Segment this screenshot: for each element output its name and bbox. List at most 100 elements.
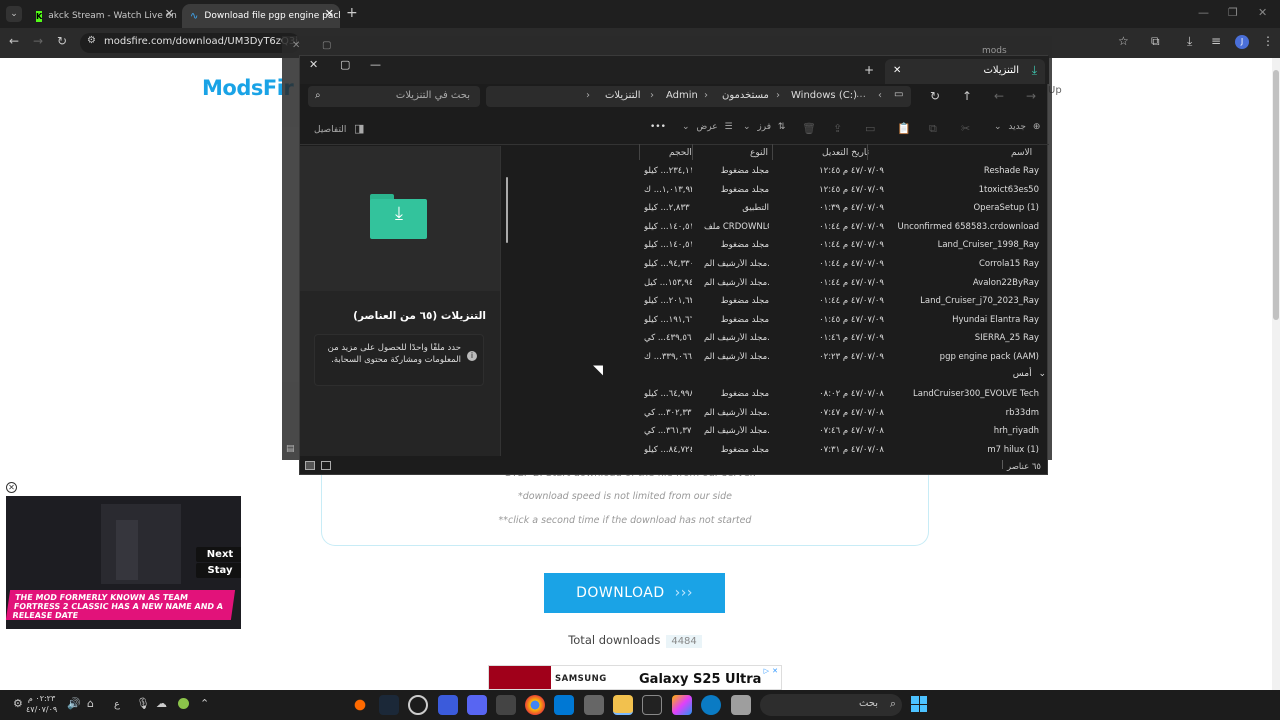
reading-list-icon[interactable]: ≡: [1211, 34, 1221, 48]
steam-icon[interactable]: [379, 695, 399, 715]
more-options-button[interactable]: •••: [650, 122, 666, 132]
column-divider[interactable]: [772, 144, 773, 160]
onedrive-icon[interactable]: ☁: [156, 697, 167, 710]
address-bar[interactable]: › التنزيلات › Admin › مستخدمون › Windows…: [486, 86, 911, 107]
close-icon[interactable]: ✕: [292, 40, 300, 51]
profile-avatar[interactable]: J: [1235, 35, 1249, 49]
address-bar[interactable]: ⚙ modsfire.com/download/UM3DyT6zQ3i10: [80, 33, 300, 53]
copy-icon[interactable]: ⧉: [929, 122, 937, 136]
ad-choices-icon[interactable]: ▷: [764, 667, 769, 675]
close-icon[interactable]: ✕: [309, 58, 318, 71]
col-header-name[interactable]: الاسم: [1011, 148, 1032, 158]
mail-icon[interactable]: [554, 695, 574, 715]
file-row[interactable]: ٤٣٩,٥٦٨... كي مجلد الأرشيف الم... ٤٧/٠٧/٠٩…: [501, 330, 1041, 348]
app-icon-dark[interactable]: [496, 695, 516, 715]
list-view-icon[interactable]: [305, 461, 315, 470]
column-divider[interactable]: [692, 144, 693, 160]
restore-icon[interactable]: ❐: [1228, 6, 1238, 19]
back-icon[interactable]: ←: [9, 34, 19, 48]
file-row[interactable]: ٦٤,٩٩٨... كيلو مجلد مضغوط ٤٧/٠٧/٠٨ م ٠٨:٠٢…: [501, 386, 1041, 404]
store-icon[interactable]: [584, 695, 604, 715]
file-row[interactable]: ٢٣٤,١١٦... كيلو مجلد مضغوط ٤٧/٠٧/٠٩ م ١٢:٤…: [501, 163, 1041, 181]
restore-icon[interactable]: ▢: [322, 40, 331, 51]
start-button[interactable]: [911, 696, 927, 712]
downloads-icon[interactable]: ⤓: [1187, 34, 1192, 49]
close-icon[interactable]: ✕: [165, 7, 174, 20]
new-button[interactable]: ⌄ جديد ⊕: [994, 122, 1040, 132]
col-header-size[interactable]: الحجم: [669, 148, 692, 158]
chrome-icon[interactable]: [525, 695, 545, 715]
tile-view-icon[interactable]: [321, 461, 331, 470]
back-icon[interactable]: ←: [994, 89, 1004, 103]
col-header-modified[interactable]: تاريخ التعديل: [822, 148, 869, 158]
extensions-icon[interactable]: ⧉: [1151, 34, 1160, 49]
view-button[interactable]: ⌄ عرض ☰: [682, 122, 733, 132]
site-info-icon[interactable]: ⚙: [87, 35, 96, 46]
app-icon-orange[interactable]: [350, 695, 370, 715]
file-row[interactable]: ٨٤,٧٢٤... كيلو مجلد مضغوط ٤٧/٠٧/٠٨ م ٠٧:٣١…: [501, 442, 1041, 460]
breadcrumb-drive[interactable]: Windows (C:): [791, 90, 857, 101]
file-row[interactable]: ١٤٠,٥١٠... كيلو ملف CRDOWNLO... ٤٧/٠٧/٠٩ م…: [501, 219, 1041, 237]
language-indicator[interactable]: ع: [114, 699, 120, 710]
microphone-icon[interactable]: 🎙: [136, 697, 150, 710]
paste-icon[interactable]: 📋: [897, 122, 911, 135]
breadcrumb-downloads[interactable]: التنزيلات: [605, 90, 641, 101]
chevron-up-icon[interactable]: ⌃: [200, 697, 209, 710]
forward-icon[interactable]: →: [33, 34, 43, 48]
column-divider[interactable]: [867, 144, 868, 160]
taskbar-search[interactable]: بحث ⌕: [760, 694, 902, 716]
network-icon[interactable]: ⌂: [87, 697, 94, 710]
file-row[interactable]: ١٥٣,٩٤٢... كيل مجلد الأرشيف الم... ٤٧/٠٧/٠…: [501, 275, 1041, 293]
rename-icon[interactable]: ▭: [865, 122, 875, 135]
close-icon[interactable]: ✕: [325, 7, 334, 20]
breadcrumb-users[interactable]: مستخدمون: [722, 90, 769, 101]
edge-icon[interactable]: [701, 695, 721, 715]
file-explorer-taskbar-icon[interactable]: [613, 695, 633, 715]
up-icon[interactable]: ↑: [962, 89, 972, 103]
file-row[interactable]: ٣٦١,٣٧٠... كي مجلد الأرشيف الم... ٤٧/٠٧/٠٨…: [501, 423, 1041, 441]
bookmark-star-icon[interactable]: ☆: [1118, 34, 1129, 48]
share-icon[interactable]: ⇪: [833, 122, 842, 135]
site-logo[interactable]: ModsFir: [202, 76, 294, 100]
file-row[interactable]: ١٤٠,٥١٠... كيلو مجلد مضغوط ٤٧/٠٧/٠٩ م ٠١:٤…: [501, 237, 1041, 255]
refresh-icon[interactable]: ↻: [930, 89, 940, 103]
more-breadcrumb-icon[interactable]: …: [856, 89, 866, 100]
tray-app-icon[interactable]: [178, 698, 189, 709]
minimize-icon[interactable]: —: [370, 58, 381, 71]
file-row[interactable]: ٢٠١,٦٢٥... كيلو مجلد مضغوط ٤٧/٠٧/٠٩ م ٠١:٤…: [501, 293, 1041, 311]
settings-icon[interactable]: ⚙: [13, 697, 23, 710]
file-row[interactable]: ٢,٨٣٣... كيلو التطبيق ٤٧/٠٧/٠٩ م ٠١:٣٩ Oper…: [501, 200, 1041, 218]
file-row[interactable]: ١٩١,٦٦٧... كيلو مجلد مضغوط ٤٧/٠٧/٠٩ م ٠١:٤…: [501, 312, 1041, 330]
tab-search-button[interactable]: ⌄: [6, 6, 22, 22]
cut-icon[interactable]: ✂: [961, 122, 970, 135]
app-icon-clock[interactable]: [408, 695, 428, 715]
app-icon-ctrl[interactable]: [642, 695, 662, 715]
clock[interactable]: ٠٢:٢٣ م ٤٧/٠٧/٠٩: [26, 693, 57, 715]
details-pane-button[interactable]: التفاصيل ◨: [314, 122, 364, 135]
breadcrumb-admin[interactable]: Admin: [666, 90, 698, 101]
col-header-type[interactable]: النوع: [750, 148, 768, 158]
reload-icon[interactable]: ↻: [57, 34, 67, 48]
explorer-tab-downloads[interactable]: ✕ التنزيلات ⤓: [885, 59, 1045, 84]
scrollbar-thumb[interactable]: [1273, 70, 1279, 320]
maximize-icon[interactable]: ▢: [340, 58, 350, 71]
group-header-yesterday[interactable]: أمس ⌄: [900, 369, 1046, 385]
view-toggle-icon[interactable]: ▤: [286, 444, 295, 454]
video-stay-button[interactable]: Stay: [196, 563, 241, 578]
close-window-icon[interactable]: ✕: [1258, 6, 1267, 19]
ad-close-icon[interactable]: ✕: [772, 667, 778, 675]
tab-modsfire[interactable]: ∿ Download file pgp engine pack ✕: [182, 4, 340, 28]
tab-kick[interactable]: K akck Stream - Watch Live on Ki ✕: [28, 4, 180, 28]
video-next-button[interactable]: Next: [196, 547, 241, 562]
file-row[interactable]: ١,٠١٣,٩٣٠... ك مجلد مضغوط ٤٧/٠٧/٠٩ م ١٢:٤٥…: [501, 182, 1041, 200]
minimize-icon[interactable]: —: [1198, 6, 1209, 19]
file-row[interactable]: ٣٠٢,٣٣٤... كي مجلد الأرشيف الم... ٤٧/٠٧/٠٨…: [501, 405, 1041, 423]
volume-icon[interactable]: 🔊: [67, 697, 81, 710]
sort-button[interactable]: ⌄ فرز ⇅: [743, 122, 785, 132]
column-divider[interactable]: [639, 144, 640, 160]
download-button[interactable]: DOWNLOAD ›››: [544, 573, 725, 613]
new-tab-button[interactable]: +: [864, 63, 874, 77]
discord-icon[interactable]: [467, 695, 487, 715]
close-icon[interactable]: ✕: [893, 65, 901, 76]
file-row[interactable]: ٩٤,٣٣٠... كيلو مجلد الأرشيف الم... ٤٧/٠٧/٠…: [501, 256, 1041, 274]
